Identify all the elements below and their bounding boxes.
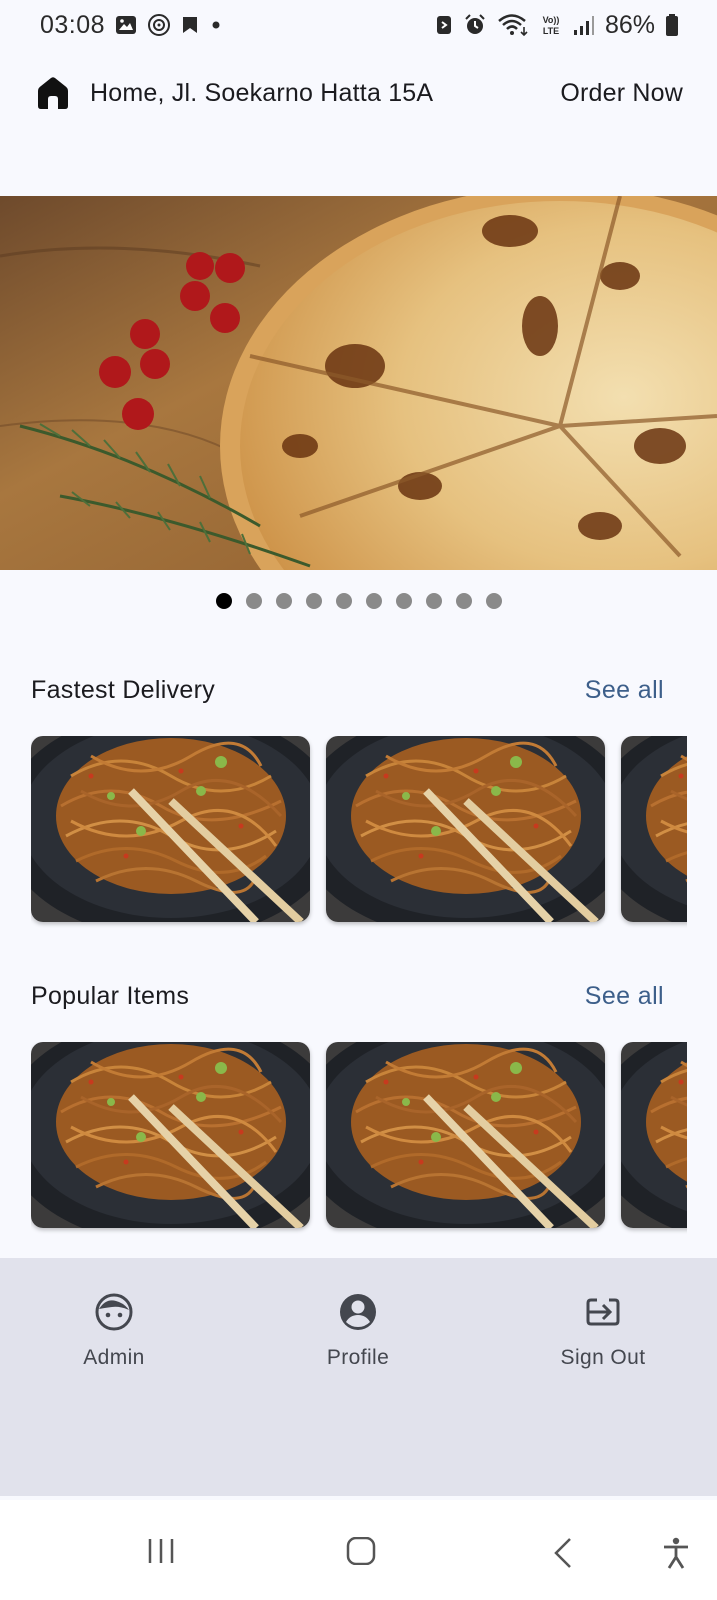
food-card[interactable] [326,1042,605,1228]
bottom-navigation: Admin Profile Sign Out [0,1258,717,1496]
see-all-popular-link[interactable]: See all [585,982,664,1011]
face-icon [95,1293,133,1331]
top-app-bar: Home, Jl. Soekarno Hatta 15A Order Now [0,62,717,124]
carousel-dot[interactable] [395,593,412,609]
bookmark-icon [181,15,199,35]
noodle-image [31,736,310,922]
signal-icon [573,14,595,36]
dot-icon [209,18,223,32]
account-circle-icon [340,1294,376,1330]
popular-items-row[interactable] [31,1042,687,1238]
nav-label-admin: Admin [83,1346,145,1369]
volte-icon: Vo)) LTE [539,13,563,37]
nav-label-profile: Profile [326,1346,390,1369]
food-card[interactable] [31,736,310,922]
status-left: 03:08 [40,11,223,40]
pizza-banner-image [0,196,717,570]
food-card[interactable] [31,1042,310,1228]
recent-apps-icon[interactable] [146,1537,176,1565]
carousel-dot[interactable] [365,593,382,609]
fastest-delivery-row[interactable] [31,736,687,932]
target-icon [147,13,171,37]
gallery-icon [115,15,137,35]
food-card[interactable] [326,736,605,922]
svg-text:LTE: LTE [543,26,559,36]
food-card[interactable] [621,1042,687,1228]
battery-icon [665,13,679,37]
delivery-location[interactable]: Home, Jl. Soekarno Hatta 15A [90,79,560,108]
wifi-icon [497,13,529,37]
nav-label-sign-out: Sign Out [560,1346,646,1369]
back-icon[interactable] [552,1537,574,1569]
battery-percentage: 86% [604,10,655,39]
noodle-image [31,1042,310,1228]
carousel-dot[interactable] [275,593,292,609]
section-title: Popular Items [31,981,190,1010]
carousel-dot[interactable] [335,593,352,609]
food-card[interactable] [621,736,687,922]
nav-item-admin[interactable]: Admin [34,1292,194,1370]
carousel-dot[interactable] [425,593,442,609]
nav-item-sign-out[interactable]: Sign Out [523,1292,683,1370]
system-navigation-bar [0,1500,717,1600]
svg-text:Vo)): Vo)) [543,15,560,25]
accessibility-icon[interactable] [661,1537,691,1569]
noodle-image [621,736,687,922]
carousel-dot[interactable] [455,593,472,609]
home-icon[interactable] [34,74,72,112]
nfc-icon [435,14,453,36]
popular-items-header: Popular Items See all [31,976,664,1016]
status-time: 03:08 [40,10,106,39]
exit-icon [586,1298,620,1326]
carousel-indicator [0,593,717,609]
see-all-fastest-link[interactable]: See all [585,676,664,705]
status-right: Vo)) LTE 86% [435,11,679,40]
carousel-dot[interactable] [215,593,232,609]
fastest-delivery-header: Fastest Delivery See all [31,670,664,710]
carousel-dot[interactable] [305,593,322,609]
carousel-dot[interactable] [245,593,262,609]
alarm-icon [463,13,487,37]
pizza-banner-carousel[interactable] [0,196,717,570]
noodle-image [326,1042,605,1228]
status-bar: 03:08 Vo)) LTE 86% [0,0,717,50]
order-now-button[interactable]: Order Now [560,79,683,108]
section-title: Fastest Delivery [31,675,216,704]
noodle-image [621,1042,687,1228]
nav-item-profile[interactable]: Profile [278,1292,438,1370]
home-button-icon[interactable] [346,1537,376,1565]
carousel-dot[interactable] [485,593,502,609]
noodle-image [326,736,605,922]
